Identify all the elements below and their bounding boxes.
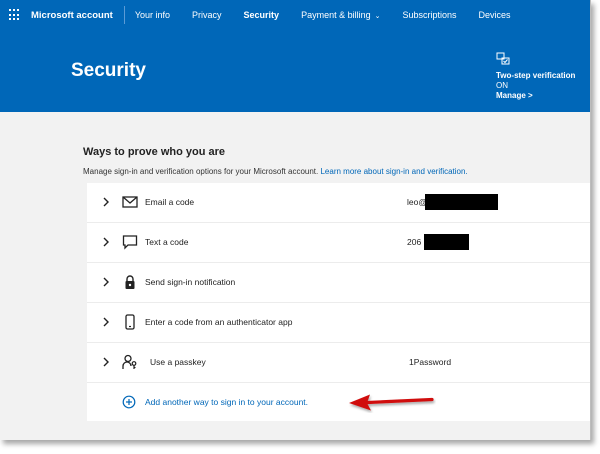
person-key-icon (122, 354, 137, 369)
top-nav: Microsoft account Your info Privacy Secu… (0, 0, 590, 30)
section-description-text: Manage sign-in and verification options … (83, 167, 319, 176)
nav-divider (123, 6, 125, 24)
nav-item-your-info[interactable]: Your info (135, 10, 170, 20)
nav-item-payment-billing-label: Payment & billing (301, 10, 371, 20)
redaction-bar (425, 194, 498, 210)
nav-item-payment-billing[interactable]: Payment & billing ⌄ (301, 10, 380, 20)
method-value: 1Password (409, 357, 452, 367)
method-label: Email a code (145, 197, 195, 207)
two-step-verification-icon (496, 52, 510, 65)
add-method-link[interactable]: Add another way to sign in to your accou… (145, 397, 308, 407)
two-step-title: Two-step verification (496, 71, 576, 80)
method-row-passkey[interactable]: Use a passkey 1Password (87, 343, 590, 383)
page-title: Security (71, 60, 146, 81)
method-label: Text a code (145, 237, 189, 247)
method-row-email[interactable]: Email a code leo@ (87, 183, 590, 223)
learn-more-link[interactable]: Learn more about sign-in and verificatio… (320, 167, 467, 176)
method-label: Enter a code from an authenticator app (145, 317, 293, 327)
browser-frame: Microsoft account Your info Privacy Secu… (0, 0, 591, 440)
two-step-status: ON (496, 81, 508, 90)
two-step-verification-panel: Two-step verification ON Manage > (496, 52, 575, 101)
nav-item-privacy[interactable]: Privacy (192, 10, 222, 20)
app-launcher-icon[interactable] (9, 9, 21, 21)
brand-link[interactable]: Microsoft account (31, 10, 113, 21)
chevron-right-icon[interactable] (101, 356, 111, 368)
chat-bubble-icon (122, 235, 138, 250)
method-label: Send sign-in notification (145, 277, 236, 287)
nav-item-subscriptions[interactable]: Subscriptions (402, 10, 456, 20)
annotation-arrow-icon (349, 394, 434, 411)
nav-item-devices[interactable]: Devices (479, 10, 511, 20)
method-row-authenticator[interactable]: Enter a code from an authenticator app (87, 303, 590, 343)
plus-circle-icon (122, 395, 136, 409)
chevron-down-icon: ⌄ (374, 13, 381, 20)
verification-methods-list: Email a code leo@ Text a code 206 Send s… (87, 183, 590, 421)
two-step-manage-link[interactable]: Manage > (496, 91, 575, 101)
page-header: Security Two-step verification ON Manage… (0, 30, 590, 112)
chevron-right-icon[interactable] (101, 196, 111, 208)
method-value: 206 (407, 237, 422, 247)
method-label: Use a passkey (150, 357, 206, 367)
phone-icon (125, 314, 135, 330)
section-title: Ways to prove who you are (83, 146, 226, 158)
chevron-right-icon[interactable] (101, 316, 111, 328)
chevron-right-icon[interactable] (101, 276, 111, 288)
section-description: Manage sign-in and verification options … (83, 167, 468, 176)
lock-icon (125, 275, 135, 289)
envelope-icon (122, 196, 138, 208)
nav-item-security[interactable]: Security (244, 10, 280, 20)
add-method-row[interactable]: Add another way to sign in to your accou… (87, 383, 590, 421)
method-row-notification[interactable]: Send sign-in notification (87, 263, 590, 303)
method-row-text[interactable]: Text a code 206 (87, 223, 590, 263)
chevron-right-icon[interactable] (101, 236, 111, 248)
redaction-bar (424, 234, 469, 250)
method-value: leo@ (407, 197, 427, 207)
